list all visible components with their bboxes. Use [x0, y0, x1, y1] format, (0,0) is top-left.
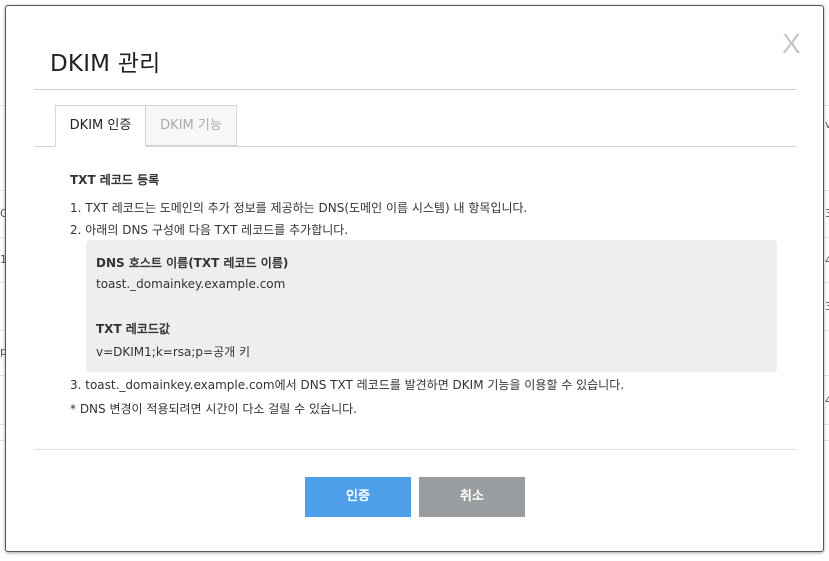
background-text-fragment: 4: [825, 254, 829, 267]
dialog-title: DKIM 관리: [50, 51, 161, 77]
background-text-fragment: 4: [825, 394, 829, 407]
step-1-text: 1. TXT 레코드는 도메인의 추가 정보를 제공하는 DNS(도메인 이름 …: [70, 201, 528, 215]
tab-bar: DKIM 인증 DKIM 기능: [34, 105, 797, 147]
tab-dkim-function[interactable]: DKIM 기능: [145, 105, 237, 146]
background-text-fragment: 3: [825, 300, 829, 313]
dns-record-box: DNS 호스트 이름(TXT 레코드 이름) toast._domainkey.…: [86, 240, 777, 372]
footer-divider: [34, 449, 797, 450]
background-text-fragment: 3: [825, 207, 829, 220]
dns-host-label: DNS 호스트 이름(TXT 레코드 이름): [96, 256, 289, 270]
txt-value-label: TXT 레코드값: [96, 322, 170, 336]
tab-dkim-auth[interactable]: DKIM 인증: [55, 105, 146, 147]
dns-host-value: toast._domainkey.example.com: [96, 277, 286, 291]
cancel-button[interactable]: 취소: [419, 477, 525, 517]
verify-button[interactable]: 인증: [305, 477, 411, 517]
note-text: * DNS 변경이 적용되려면 시간이 다소 걸릴 수 있습니다.: [70, 402, 357, 416]
close-icon[interactable]: X: [782, 30, 801, 58]
step-2-text: 2. 아래의 DNS 구성에 다음 TXT 레코드를 추가합니다.: [70, 223, 349, 237]
section-title: TXT 레코드 등록: [70, 173, 160, 187]
txt-value: v=DKIM1;k=rsa;p=공개 키: [96, 345, 251, 359]
background-text-fragment: v: [825, 118, 829, 131]
title-divider: [34, 89, 797, 90]
dkim-dialog: DKIM 관리 X DKIM 인증 DKIM 기능 TXT 레코드 등록 1. …: [5, 5, 824, 552]
step-3-text: 3. toast._domainkey.example.com에서 DNS TX…: [70, 378, 625, 392]
